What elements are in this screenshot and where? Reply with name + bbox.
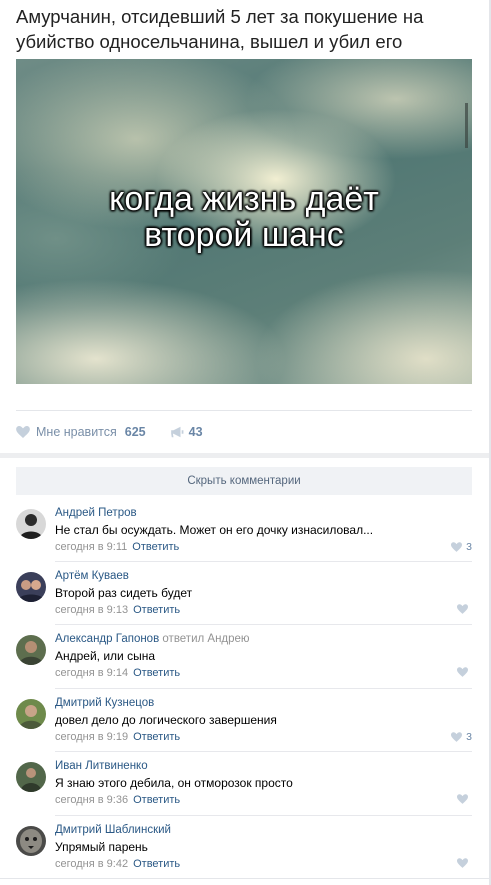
avatar[interactable] [16, 635, 46, 665]
comment-meta: сегодня в 9:14 Ответить [55, 667, 180, 679]
comment-author[interactable]: Дмитрий Кузнецов [55, 697, 154, 709]
comment-like[interactable]: 3 [451, 541, 472, 553]
meme-caption: когда жизнь даёт второй шанс [16, 181, 472, 253]
heart-icon [451, 732, 463, 742]
meme-caption-line-2: второй шанс [144, 216, 344, 254]
hide-comments-button[interactable]: Скрыть комментарии [16, 467, 472, 495]
section-separator [0, 453, 491, 458]
comment-divider [55, 624, 472, 625]
comment-text: Я знаю этого дебила, он отморозок просто [55, 776, 293, 790]
comment-meta: сегодня в 9:11 Ответить [55, 541, 179, 553]
reply-button[interactable]: Ответить [133, 731, 180, 743]
comment-text: Упрямый парень [55, 840, 148, 854]
author-name[interactable]: Артём Куваев [55, 570, 129, 582]
heart-icon [457, 604, 468, 614]
reply-button[interactable]: Ответить [133, 604, 180, 616]
comment-author[interactable]: Иван Литвиненко [55, 760, 148, 772]
comment-text: Второй раз сидеть будет [55, 586, 193, 600]
comment-time[interactable]: сегодня в 9:42 [55, 858, 128, 870]
comment: Дмитрий Шаблинский Упрямый парень сегодн… [16, 824, 472, 884]
comment-meta: сегодня в 9:42 Ответить [55, 858, 180, 870]
avatar[interactable] [16, 762, 46, 792]
comment-like-count: 3 [466, 731, 472, 743]
comment-like[interactable] [457, 604, 472, 614]
comment-meta: сегодня в 9:19 Ответить [55, 731, 180, 743]
comment: Александр Гапонов ответил Андрею Андрей,… [16, 633, 472, 693]
comment: Иван Литвиненко Я знаю этого дебила, он … [16, 760, 472, 820]
author-name[interactable]: Дмитрий Кузнецов [55, 697, 154, 709]
comment-like-count: 3 [466, 541, 472, 553]
image-artifact [465, 103, 468, 148]
reply-button[interactable]: Ответить [132, 541, 179, 553]
reply-button[interactable]: Ответить [133, 667, 180, 679]
comment-text: Не стал бы осуждать. Может он его дочку … [55, 523, 374, 537]
comment-time[interactable]: сегодня в 9:11 [55, 541, 127, 553]
comment-time[interactable]: сегодня в 9:14 [55, 667, 128, 679]
author-name[interactable]: Александр Гапонов [55, 633, 159, 645]
comment-text: Андрей, или сына [55, 649, 156, 663]
comment-author[interactable]: Андрей Петров [55, 507, 137, 519]
comment-like[interactable]: 3 [451, 731, 472, 743]
heart-icon [457, 794, 468, 804]
heart-icon[interactable] [16, 426, 30, 438]
comment-author[interactable]: Артём Куваев [55, 570, 129, 582]
comment-time[interactable]: сегодня в 9:13 [55, 604, 128, 616]
comment-meta: сегодня в 9:13 Ответить [55, 604, 180, 616]
comment-like[interactable] [457, 667, 472, 677]
comment: Дмитрий Кузнецов довел дело до логическо… [16, 697, 472, 757]
comment-like[interactable] [457, 858, 472, 868]
comment-time[interactable]: сегодня в 9:36 [55, 794, 128, 806]
post-actions: Мне нравится 625 43 [16, 424, 203, 440]
comment-author[interactable]: Дмитрий Шаблинский [55, 824, 171, 836]
reply-button[interactable]: Ответить [133, 794, 180, 806]
meme-caption-line-1: когда жизнь даёт [109, 180, 379, 218]
author-name[interactable]: Иван Литвиненко [55, 760, 148, 772]
comment-divider [55, 815, 472, 816]
comment-like[interactable] [457, 794, 472, 804]
avatar[interactable] [16, 699, 46, 729]
post-divider [16, 410, 472, 411]
author-name[interactable]: Андрей Петров [55, 507, 137, 519]
avatar[interactable] [16, 826, 46, 856]
author-name[interactable]: Дмитрий Шаблинский [55, 824, 171, 836]
megaphone-icon[interactable] [170, 426, 184, 438]
heart-icon [457, 667, 468, 677]
share-count[interactable]: 43 [189, 425, 203, 439]
comment: Артём Куваев Второй раз сидеть будет сег… [16, 570, 472, 630]
reply-button[interactable]: Ответить [133, 858, 180, 870]
post-image[interactable]: когда жизнь даёт второй шанс [16, 59, 472, 384]
like-count[interactable]: 625 [125, 425, 146, 439]
comment-meta: сегодня в 9:36 Ответить [55, 794, 180, 806]
post-title: Амурчанин, отсидевший 5 лет за покушение… [16, 6, 424, 52]
comment-time[interactable]: сегодня в 9:19 [55, 731, 128, 743]
heart-icon [457, 858, 468, 868]
comment-divider [55, 561, 472, 562]
comment-text: довел дело до логического завершения [55, 713, 277, 727]
avatar[interactable] [16, 572, 46, 602]
comment-divider [55, 688, 472, 689]
heart-icon [451, 542, 463, 552]
comment: Андрей Петров Не стал бы осуждать. Может… [16, 507, 472, 567]
comment-divider [55, 751, 472, 752]
like-button[interactable]: Мне нравится [36, 425, 117, 439]
comment-author[interactable]: Александр Гапонов ответил Андрею [55, 633, 250, 645]
avatar[interactable] [16, 509, 46, 539]
bottom-divider [0, 878, 491, 879]
reply-to[interactable]: ответил Андрею [162, 633, 249, 645]
